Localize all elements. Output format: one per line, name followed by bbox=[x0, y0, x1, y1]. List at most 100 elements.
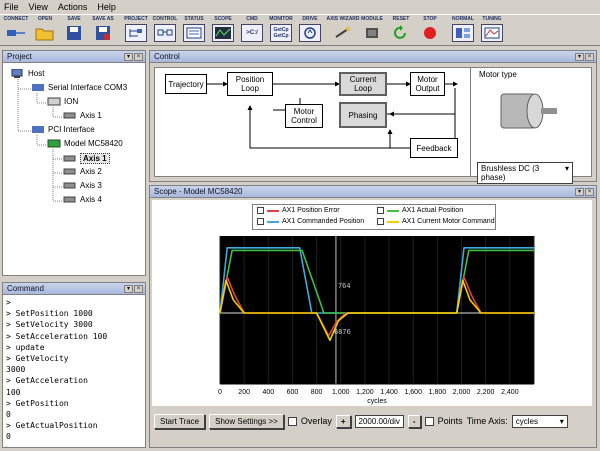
tuning-icon bbox=[481, 24, 503, 42]
motor-type-label: Motor type bbox=[479, 70, 517, 79]
x-tick-label: 400 bbox=[262, 389, 274, 396]
x-tick-label: 0 bbox=[218, 389, 222, 396]
scope-icon bbox=[212, 24, 234, 42]
x-tick-label: 2,200 bbox=[477, 389, 495, 396]
console-line: 0 bbox=[6, 432, 11, 442]
menu-file[interactable]: File bbox=[4, 2, 19, 12]
motor-icon bbox=[500, 93, 557, 129]
x-tick-label: 1,200 bbox=[356, 389, 374, 396]
cmd-icon: >C:/ bbox=[241, 24, 263, 42]
start-trace-button[interactable]: Start Trace bbox=[154, 413, 206, 429]
console-line: > SetPosition 1000 bbox=[6, 309, 93, 319]
pane-close-button[interactable]: × bbox=[134, 284, 143, 293]
module-button[interactable]: MODULE bbox=[358, 15, 386, 45]
drive-icon bbox=[299, 24, 321, 42]
tree-lines bbox=[17, 79, 63, 202]
module-icon bbox=[361, 24, 383, 42]
menu-actions[interactable]: Actions bbox=[58, 2, 88, 12]
save-button[interactable]: SAVE bbox=[60, 15, 88, 45]
console-line: 0 bbox=[6, 410, 11, 420]
trajectory-block[interactable]: Trajectory bbox=[165, 74, 207, 94]
x-tick-label: 600 bbox=[287, 389, 299, 396]
x-tick-label: 200 bbox=[238, 389, 250, 396]
pane-pin-button[interactable]: ▾ bbox=[575, 52, 584, 61]
save-icon bbox=[63, 24, 85, 42]
console-line: > bbox=[6, 443, 142, 447]
motor-type-panel: Motor type Brushless DC (3 phase) ▾ bbox=[470, 67, 592, 184]
pane-close-button[interactable]: × bbox=[134, 52, 143, 61]
reset-icon bbox=[390, 24, 412, 42]
current-loop-block[interactable]: Current Loop bbox=[339, 72, 387, 96]
feedback-block[interactable]: Feedback bbox=[410, 138, 458, 158]
control-pane-title: Control ▾ × bbox=[150, 51, 596, 63]
scope-pane: Scope - Model MC58420 ▾ × AX1 Position Er… bbox=[149, 185, 597, 448]
motor-output-block[interactable]: Motor Output bbox=[410, 72, 445, 96]
menu-view[interactable]: View bbox=[29, 2, 48, 12]
scope-plot-background bbox=[220, 236, 534, 384]
console-line: 3000 bbox=[6, 365, 26, 375]
overlay-checkbox[interactable] bbox=[287, 416, 297, 426]
position-loop-block[interactable]: Position Loop bbox=[227, 72, 273, 96]
show-settings-button[interactable]: Show Settings >> bbox=[209, 413, 284, 429]
control-diagram: Trajectory Position Loop Current Loop Mo… bbox=[154, 67, 474, 177]
zoom-out-button[interactable]: - bbox=[407, 414, 421, 428]
pane-close-button[interactable]: × bbox=[585, 52, 594, 61]
scope-chart[interactable]: 764 6876 0 200 400 600 800 1,000 1,200 1,400 1,600… bbox=[152, 200, 592, 406]
x-tick-label: 1,000 bbox=[332, 389, 350, 396]
save-as-icon bbox=[92, 24, 114, 42]
folder-icon bbox=[34, 24, 56, 42]
status-button[interactable]: STATUS bbox=[180, 15, 208, 45]
monitor-button[interactable]: MONITOR GetCp GetCp bbox=[267, 15, 295, 45]
scope-plot-area: AX1 Position Error AX1 Actual Position A… bbox=[152, 200, 592, 406]
connect-icon bbox=[5, 24, 27, 42]
status-icon bbox=[183, 24, 205, 42]
points-checkbox[interactable] bbox=[424, 416, 434, 426]
open-button[interactable]: OPEN bbox=[31, 15, 59, 45]
x-tick-label: 2,000 bbox=[453, 389, 471, 396]
connect-button[interactable]: CONNECT bbox=[2, 15, 30, 45]
axis-wizard-button[interactable]: AXIS WIZARD bbox=[326, 15, 360, 45]
scope-button[interactable]: SCOPE bbox=[209, 15, 237, 45]
pane-pin-button[interactable]: ▾ bbox=[575, 187, 584, 196]
menu-help[interactable]: Help bbox=[97, 2, 116, 12]
time-axis-select[interactable]: cycles ▾ bbox=[511, 414, 568, 428]
chevron-down-icon: ▾ bbox=[564, 164, 569, 173]
toolbar: CONNECT OPEN SAVE SAVE AS PROJECT CONTRO… bbox=[0, 14, 600, 46]
axis-wizard-icon bbox=[332, 24, 354, 42]
pane-close-button[interactable]: × bbox=[585, 187, 594, 196]
project-pane: Project ▾ × Host Serial Interface COM3 IO… bbox=[2, 50, 146, 276]
pane-pin-button[interactable]: ▾ bbox=[124, 284, 133, 293]
scope-controls: Start Trace Show Settings >> Overlay + 2… bbox=[150, 410, 596, 432]
save-as-button[interactable]: SAVE AS bbox=[89, 15, 117, 45]
command-pane: Command ▾ × > > SetPosition 1000 > SetVeloc… bbox=[2, 282, 146, 448]
project-tree: Host Serial Interface COM3 ION Axis 1 PC… bbox=[3, 63, 145, 275]
time-axis-label: Time Axis: bbox=[466, 416, 508, 426]
pane-pin-button[interactable]: ▾ bbox=[124, 52, 133, 61]
div-scale-field[interactable]: 2000.00/div bbox=[354, 414, 404, 428]
project-button[interactable]: PROJECT bbox=[122, 15, 150, 45]
motor-type-select[interactable]: Brushless DC (3 phase) ▾ bbox=[477, 162, 573, 184]
normal-icon bbox=[452, 24, 474, 42]
x-tick-label: 1,600 bbox=[404, 389, 422, 396]
scope-pane-title: Scope - Model MC58420 ▾ × bbox=[150, 186, 596, 198]
annotation-label: 6876 bbox=[334, 328, 351, 336]
phasing-block[interactable]: Phasing bbox=[339, 102, 387, 128]
console-line: 100 bbox=[6, 387, 21, 397]
drive-button[interactable]: DRIVE bbox=[296, 15, 324, 45]
zoom-in-button[interactable]: + bbox=[335, 414, 351, 428]
stop-button[interactable]: STOP bbox=[416, 15, 444, 45]
monitor-icon: GetCp GetCp bbox=[270, 24, 292, 42]
console-line: > SetAcceleration 100 bbox=[6, 331, 108, 341]
cmd-button[interactable]: CMD >C:/ bbox=[238, 15, 266, 45]
command-console[interactable]: > > SetPosition 1000 > SetVelocity 3000 > S… bbox=[3, 295, 145, 447]
motor-control-block[interactable]: Motor Control bbox=[285, 104, 323, 128]
x-tick-label: 1,400 bbox=[380, 389, 398, 396]
console-line: > GetActualPosition bbox=[6, 421, 98, 431]
x-axis-label: cycles bbox=[367, 398, 387, 405]
project-pane-title: Project ▾ × bbox=[3, 51, 145, 63]
normal-button[interactable]: NORMAL bbox=[449, 15, 477, 45]
reset-button[interactable]: RESET bbox=[387, 15, 415, 45]
project-icon bbox=[125, 24, 147, 42]
control-button[interactable]: CONTROL bbox=[151, 15, 179, 45]
tuning-button[interactable]: TUNING bbox=[478, 15, 506, 45]
